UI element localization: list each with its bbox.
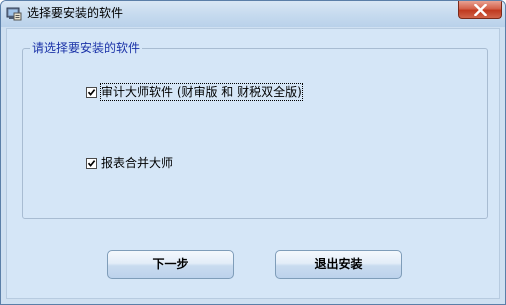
option-audit-master[interactable]: 审计大师软件 (财审版 和 财税双全版) <box>86 83 303 101</box>
close-icon <box>474 4 487 16</box>
option-report-merge-master[interactable]: 报表合并大师 <box>86 155 173 171</box>
title-bar[interactable]: 选择要安装的软件 <box>1 1 505 27</box>
installer-icon <box>6 6 22 22</box>
audit-master-checkbox[interactable] <box>86 86 97 98</box>
close-button[interactable] <box>458 1 502 19</box>
window-title: 选择要安装的软件 <box>27 6 124 20</box>
exit-install-button[interactable]: 退出安装 <box>275 250 402 279</box>
installer-window: 选择要安装的软件 请选择要安装的软件 审计大师软件 (财审版 和 财税双全版) <box>0 0 506 305</box>
report-merge-label[interactable]: 报表合并大师 <box>101 155 173 171</box>
next-button[interactable]: 下一步 <box>107 250 234 279</box>
groupbox-title: 请选择要安装的软件 <box>30 41 143 56</box>
dialog-content: 请选择要安装的软件 审计大师软件 (财审版 和 财税双全版) 报表合并大师 下一… <box>6 28 500 299</box>
check-icon <box>87 88 96 96</box>
audit-master-label[interactable]: 审计大师软件 (财审版 和 财税双全版) <box>100 83 303 101</box>
software-groupbox: 请选择要安装的软件 审计大师软件 (财审版 和 财税双全版) 报表合并大师 <box>22 41 488 219</box>
report-merge-checkbox[interactable] <box>86 157 97 169</box>
check-icon <box>87 159 96 167</box>
